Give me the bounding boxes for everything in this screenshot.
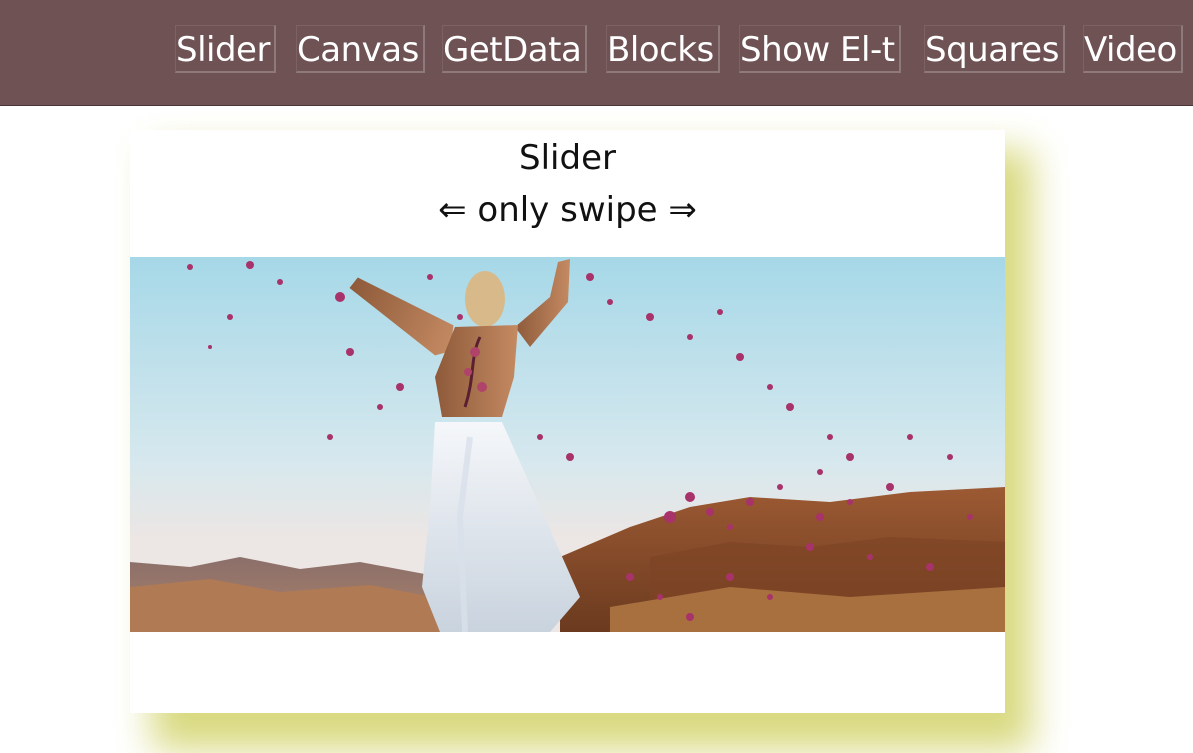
main-nav: Slider Canvas GetData Blocks Show El-t S…	[0, 0, 1193, 105]
slide-photo	[130, 257, 1005, 632]
slider-image[interactable]	[130, 257, 1005, 632]
nav-item-show-element[interactable]: Show El-t	[739, 25, 901, 73]
nav-item-squares[interactable]: Squares	[924, 25, 1065, 73]
nav-item-getdata[interactable]: GetData	[442, 25, 588, 73]
top-navigation-bar: Slider Canvas GetData Blocks Show El-t S…	[0, 0, 1193, 106]
slider-card: Slider ⇐ only swipe ⇒	[130, 130, 1005, 713]
nav-item-video[interactable]: Video	[1083, 25, 1183, 73]
nav-item-blocks[interactable]: Blocks	[606, 25, 720, 73]
swipe-hint: ⇐ only swipe ⇒	[438, 190, 697, 230]
slider-title: Slider	[519, 138, 616, 178]
nav-item-canvas[interactable]: Canvas	[296, 25, 425, 73]
nav-item-slider[interactable]: Slider	[175, 25, 276, 73]
